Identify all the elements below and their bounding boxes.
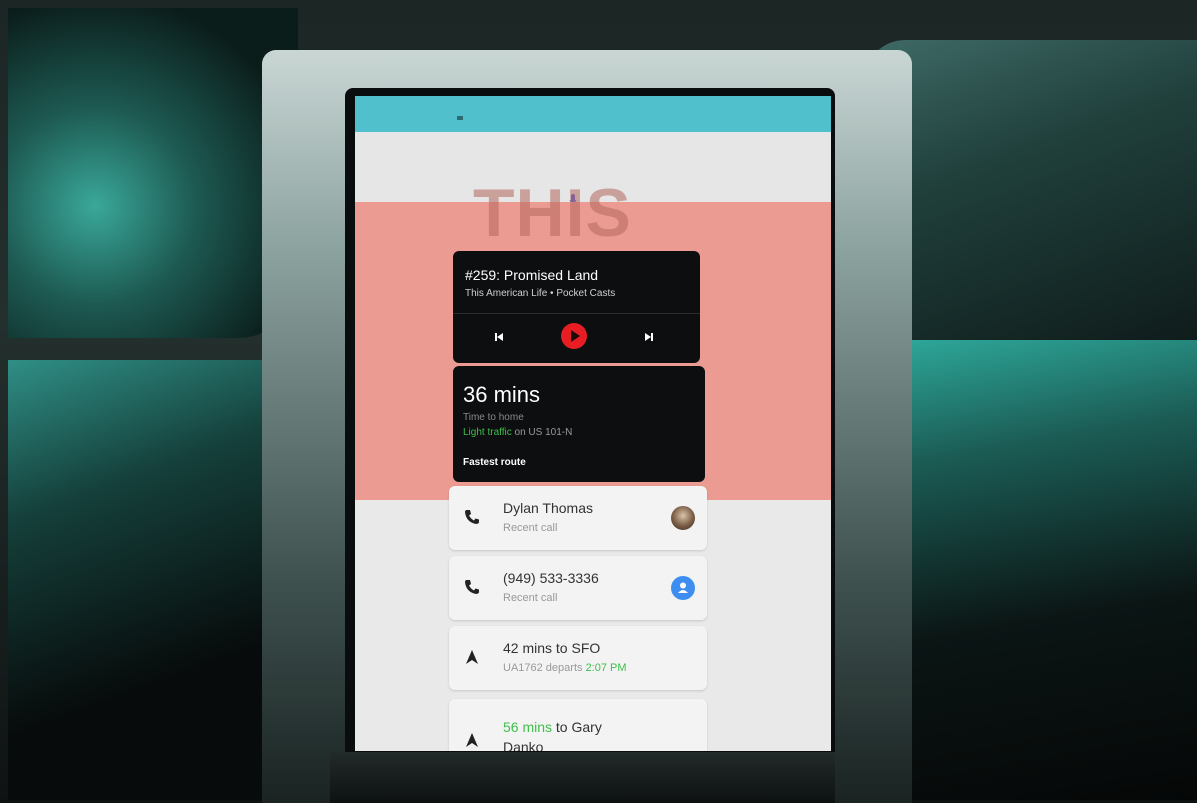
- trip-destination: to Gary: [552, 719, 602, 735]
- dashboard-left-lower: [8, 360, 278, 800]
- trip-title: 42 mins to SFO: [503, 640, 601, 656]
- contact-name: Dylan Thomas: [503, 500, 594, 516]
- call-detail: Recent call: [503, 592, 558, 604]
- status-indicator-icon: [457, 116, 463, 120]
- contact-badge-icon: [671, 576, 695, 600]
- screen-bottom-bezel: [330, 752, 835, 803]
- phone-icon: [465, 510, 479, 524]
- navigation-arrow-icon: [466, 650, 478, 664]
- flight-info: UA1762 departs: [503, 662, 586, 674]
- trip-destination-line2: Danko: [503, 739, 544, 751]
- media-divider: [453, 313, 700, 314]
- traffic-road: on US 101-N: [511, 427, 573, 438]
- call-detail: Recent call: [503, 522, 558, 534]
- trip-eta: 56 mins: [503, 719, 553, 735]
- media-title: #259: Promised Land: [465, 267, 599, 283]
- departure-time: 2:07 PM: [585, 662, 627, 674]
- dashboard-right: [865, 40, 1197, 340]
- trip-card[interactable]: 42 mins to SFO UA1762 departs 2:07 PM: [449, 626, 707, 690]
- play-button[interactable]: [561, 323, 587, 349]
- avatar: [671, 506, 695, 530]
- trip-title: 56 mins to Gary: [503, 719, 602, 735]
- media-card[interactable]: #259: Promised Land This American Life •…: [453, 251, 700, 363]
- media-subtitle: This American Life • Pocket Casts: [465, 288, 616, 299]
- eta-label: Time to home: [463, 412, 524, 423]
- trip-card[interactable]: 56 mins to Gary Danko: [449, 699, 707, 751]
- recent-call-card[interactable]: (949) 533-3336 Recent call: [449, 556, 707, 620]
- dashboard-left: [8, 8, 298, 338]
- car-display: THIS AMER #259: Promised Land This Ameri…: [355, 96, 831, 751]
- skip-next-icon[interactable]: [643, 331, 655, 343]
- recent-call-card[interactable]: Dylan Thomas Recent call: [449, 486, 707, 550]
- skip-previous-icon[interactable]: [493, 331, 505, 343]
- eta-time: 36 mins: [463, 382, 541, 407]
- traffic-status: Light traffic: [463, 427, 512, 438]
- route-button[interactable]: Fastest route: [463, 457, 526, 468]
- dashboard-right-lower: [880, 340, 1197, 800]
- navigation-arrow-icon: [466, 733, 478, 747]
- navigation-card[interactable]: 36 mins Time to home Light traffic on US…: [453, 366, 705, 482]
- contact-name: (949) 533-3336: [503, 570, 599, 586]
- phone-icon: [465, 580, 479, 594]
- trip-detail: UA1762 departs 2:07 PM: [503, 662, 627, 674]
- play-icon: [571, 330, 580, 342]
- traffic-info: Light traffic on US 101-N: [463, 427, 572, 438]
- status-bar: [355, 96, 831, 132]
